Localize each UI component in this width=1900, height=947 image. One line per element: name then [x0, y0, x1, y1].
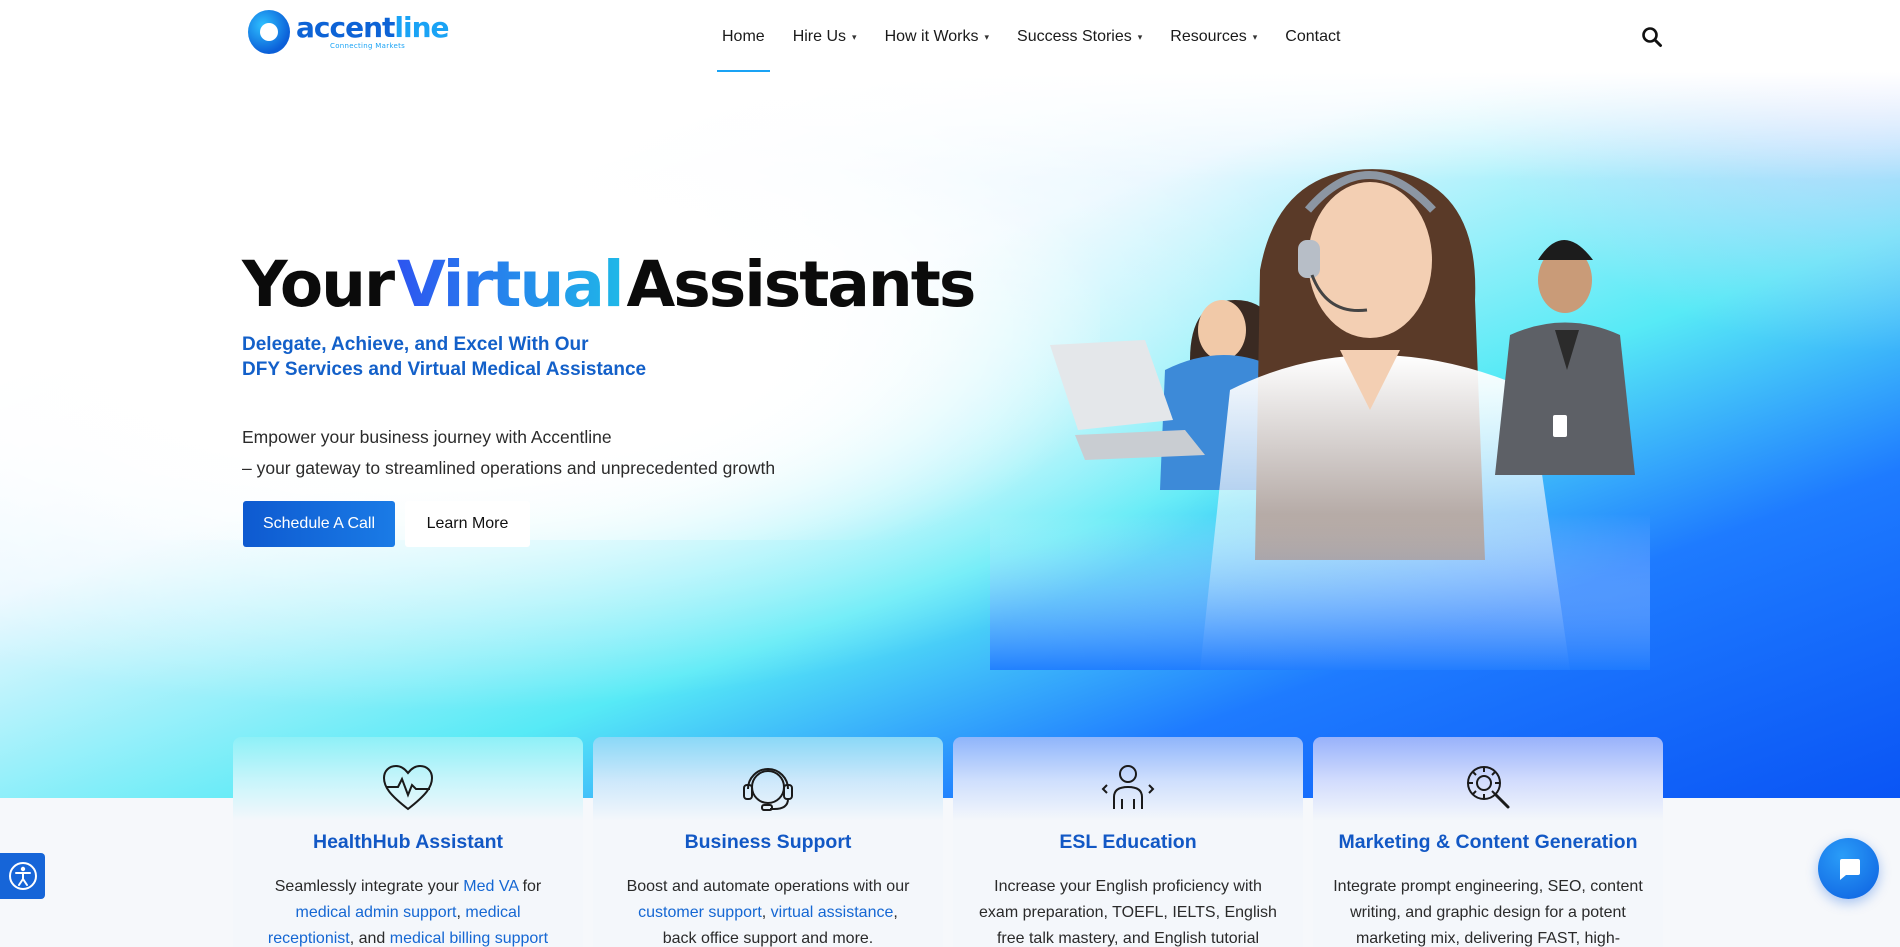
card-text: for — [518, 878, 542, 895]
nav-item-contact[interactable]: Contact — [1271, 0, 1354, 74]
accessibility-button[interactable] — [0, 853, 45, 899]
hero-description-line2: – your gateway to streamlined operations… — [242, 458, 776, 478]
card-description: Increase your English proficiency with e… — [973, 874, 1283, 947]
nav-item-label: Home — [722, 28, 765, 45]
logo-tagline: Connecting Markets — [330, 42, 406, 50]
schedule-call-button[interactable]: Schedule A Call — [243, 501, 395, 547]
service-card-esl-education[interactable]: ESL Education Increase your English prof… — [953, 737, 1303, 947]
card-title: Marketing & Content Generation — [1338, 831, 1638, 853]
card-text: back office support and more. — [662, 930, 874, 947]
hero-title: YourVirtualAssistants — [242, 248, 976, 321]
medical-receptionist-link[interactable]: medical — [465, 904, 520, 921]
site-header: accentline Connecting Markets Home Hire … — [0, 0, 1900, 74]
nav-item-label: Success Stories — [1017, 28, 1132, 45]
card-text: free talk mastery, and English tutorial — [996, 930, 1260, 947]
logo-word-part2: line — [394, 11, 449, 44]
nav-item-resources[interactable]: Resources ▾ — [1156, 0, 1271, 74]
logo-word-part1: accent — [296, 11, 395, 44]
card-text: Integrate prompt engineering, SEO, conte… — [1333, 878, 1643, 895]
person-arrows-icon — [1101, 765, 1155, 809]
customer-support-link[interactable]: customer support — [638, 904, 762, 921]
medical-billing-support-link[interactable]: medical billing support — [390, 930, 548, 947]
hero-team-illustration — [990, 150, 1650, 670]
card-text: , — [893, 904, 898, 921]
hero-title-word3: Assistants — [626, 248, 976, 321]
card-text: marketing mix, delivering FAST, high-qua… — [1355, 930, 1621, 947]
caret-down-icon: ▾ — [1252, 31, 1258, 42]
search-icon — [1642, 27, 1662, 47]
page: accentline Connecting Markets Home Hire … — [0, 0, 1900, 947]
hero-subtitle-line2: DFY Services and Virtual Medical Assista… — [242, 359, 647, 380]
site-logo[interactable]: accentline Connecting Markets — [248, 10, 450, 54]
card-text: writing, and graphic design for a potent — [1350, 904, 1626, 921]
caret-down-icon: ▾ — [1137, 31, 1143, 42]
hero-title-highlight: Virtual — [397, 248, 624, 321]
card-title: Business Support — [684, 831, 852, 853]
medical-admin-support-link[interactable]: medical admin support — [296, 904, 457, 921]
card-title: HealthHub Assistant — [313, 831, 503, 853]
card-text: , — [761, 904, 771, 921]
search-button[interactable] — [1640, 25, 1664, 49]
hero-subtitle: Delegate, Achieve, and Excel With Our DF… — [242, 332, 646, 382]
main-nav: Home Hire Us ▾ How it Works ▾ Success St… — [708, 0, 1354, 74]
card-text: , and — [349, 930, 390, 947]
service-card-business-support[interactable]: Business Support Boost and automate oper… — [593, 737, 943, 947]
hero-description-line1: Empower your business journey with Accen… — [242, 427, 612, 447]
hero-subtitle-line1: Delegate, Achieve, and Excel With Our — [242, 334, 589, 355]
logo-wordmark: accentline — [296, 11, 450, 44]
nav-item-success-stories[interactable]: Success Stories ▾ — [1003, 0, 1156, 74]
logo-text: accentline Connecting Markets — [296, 11, 450, 50]
service-card-healthhub[interactable]: HealthHub Assistant Seamlessly integrate… — [233, 737, 583, 947]
learn-more-button[interactable]: Learn More — [405, 501, 530, 547]
nav-item-hire-us[interactable]: Hire Us ▾ — [779, 0, 871, 74]
nav-item-home[interactable]: Home — [708, 0, 779, 74]
card-text: Increase your English proficiency with — [994, 878, 1262, 895]
card-title: ESL Education — [1059, 831, 1197, 853]
caret-down-icon: ▾ — [852, 31, 857, 42]
service-card-marketing[interactable]: Marketing & Content Generation Integrate… — [1313, 737, 1663, 947]
chat-button[interactable] — [1818, 838, 1879, 899]
nav-item-label: How it Works — [884, 28, 979, 45]
headset-icon — [743, 768, 793, 811]
med-va-link[interactable]: Med VA — [463, 878, 518, 895]
accessibility-icon — [8, 862, 37, 890]
virtual-assistance-link[interactable]: virtual assistance — [771, 904, 894, 921]
card-description: Integrate prompt engineering, SEO, conte… — [1333, 874, 1643, 947]
chat-bubble-icon — [1839, 858, 1860, 880]
nav-item-how-it-works[interactable]: How it Works ▾ — [871, 0, 1003, 74]
card-description: Boost and automate operations with our c… — [613, 874, 923, 947]
caret-down-icon: ▾ — [984, 31, 990, 42]
logo-mark-icon — [248, 10, 290, 54]
medical-receptionist-link-cont[interactable]: receptionist — [268, 930, 350, 947]
card-description: Seamlessly integrate your Med VA for med… — [253, 874, 563, 947]
gear-magnifier-icon — [1467, 766, 1510, 809]
hero-title-word1: Your — [242, 248, 395, 321]
card-text: exam preparation, TOEFL, IELTS, English — [979, 904, 1277, 921]
nav-item-label: Contact — [1285, 28, 1341, 45]
nav-item-label: Hire Us — [792, 28, 847, 45]
nav-item-label: Resources — [1170, 28, 1247, 45]
heartbeat-icon — [382, 764, 434, 811]
card-text: Seamlessly integrate your — [274, 878, 464, 895]
card-text: Boost and automate operations with our — [626, 878, 910, 895]
hero-description: Empower your business journey with Accen… — [242, 422, 775, 484]
